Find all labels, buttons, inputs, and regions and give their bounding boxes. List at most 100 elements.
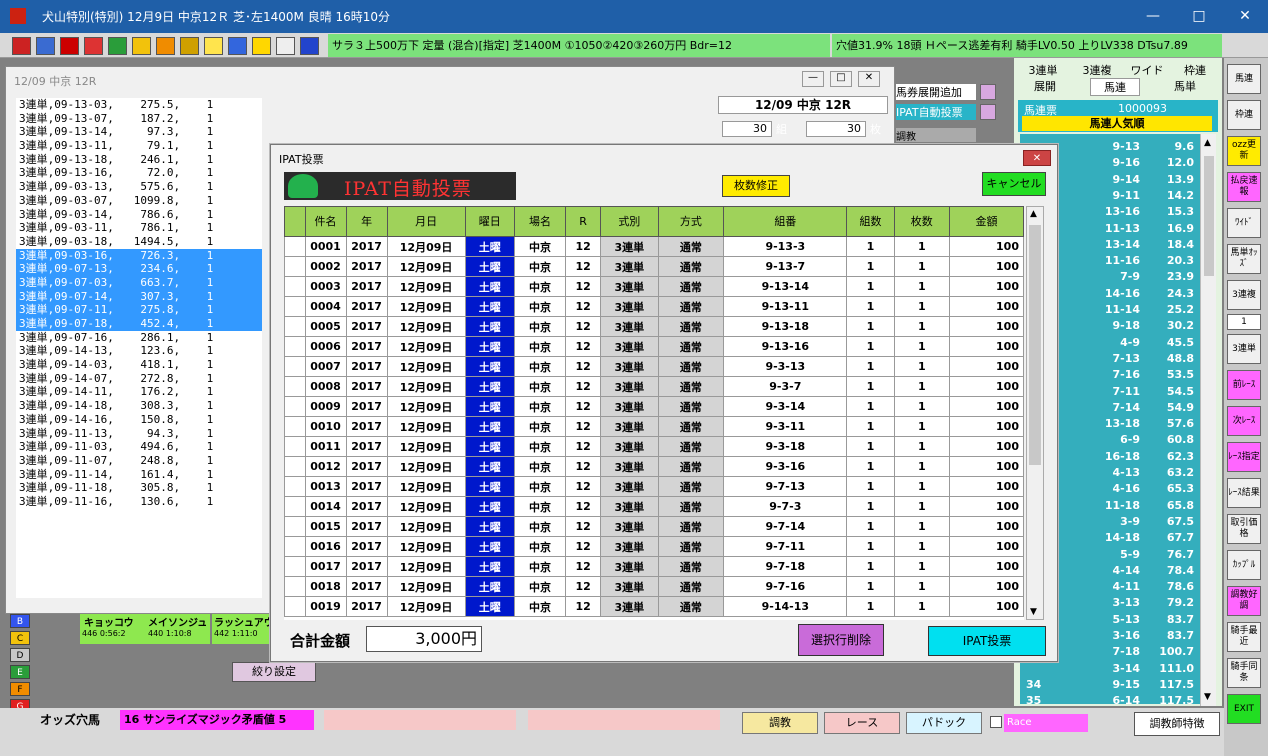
table-row[interactable]: 0001 2017 12月09日 土曜 中京 12 3連単 通常 9-13-3 1 1 100	[284, 236, 1024, 257]
bet-line[interactable]: 3連単,09-07-14, 307.3, 1	[16, 289, 262, 304]
bet-line[interactable]: 3連単,09-14-07, 272.8, 1	[16, 372, 262, 386]
table-row[interactable]: 0005 2017 12月09日 土曜 中京 12 3連単 通常 9-13-18 1 1 100	[284, 316, 1024, 337]
bet-line[interactable]: 3連単,09-11-07, 248.8, 1	[16, 454, 262, 468]
side-button[interactable]: 1	[1227, 314, 1261, 330]
table-row[interactable]: 0002 2017 12月09日 土曜 中京 12 3連単 通常 9-13-7 1 1 100	[284, 256, 1024, 277]
toolbar-icon-2[interactable]	[36, 37, 55, 55]
toolbar-icon-6[interactable]	[132, 37, 151, 55]
ipat-auto-button[interactable]: IPAT自動投票	[896, 104, 976, 120]
scroll-down-icon[interactable]: ▼	[1204, 692, 1211, 702]
column-header[interactable]: 月日	[386, 206, 466, 237]
table-row[interactable]: 0012 2017 12月09日 土曜 中京 12 3連単 通常 9-3-16 1 1 100	[284, 456, 1024, 477]
window-minimize-icon[interactable]: —	[802, 71, 824, 87]
table-row[interactable]: 0009 2017 12月09日 土曜 中京 12 3連単 通常 9-3-14 1 1 100	[284, 396, 1024, 417]
side-button[interactable]: 馬単ｵｯｽﾞ	[1227, 244, 1261, 274]
side-button[interactable]: 馬連	[1227, 64, 1261, 94]
side-button[interactable]: 前ﾚｰｽ	[1227, 370, 1261, 400]
tab-wakuren[interactable]: 枠連	[1174, 62, 1216, 78]
add-ticket-button[interactable]: 馬券展開追加	[896, 84, 976, 100]
window-restore-icon[interactable]: □	[830, 71, 852, 87]
bet-line[interactable]: 3連単,09-13-11, 79.1, 1	[16, 139, 262, 153]
side-button[interactable]: 取引価格	[1227, 514, 1261, 544]
cancel-button[interactable]: キャンセル	[982, 172, 1046, 196]
bet-line[interactable]: 3連単,09-11-14, 161.4, 1	[16, 468, 262, 482]
scroll-down-icon[interactable]: ▼	[1030, 607, 1037, 617]
bet-line[interactable]: 3連単,09-07-18, 452.4, 1	[16, 317, 262, 331]
bet-line[interactable]: 3連単,09-03-07, 1099.8, 1	[16, 194, 262, 208]
table-row[interactable]: 0017 2017 12月09日 土曜 中京 12 3連単 通常 9-7-18 1 1 100	[284, 556, 1024, 577]
row-selector[interactable]	[284, 436, 306, 457]
toolbar-icon-1[interactable]	[12, 37, 31, 55]
side-button[interactable]: 枠連	[1227, 100, 1261, 130]
bet-line[interactable]: 3連単,09-03-13, 575.6, 1	[16, 180, 262, 194]
side-button[interactable]: 調教好調	[1227, 586, 1261, 616]
row-selector[interactable]	[284, 596, 306, 617]
row-selector[interactable]	[284, 296, 306, 317]
table-row[interactable]: 0007 2017 12月09日 土曜 中京 12 3連単 通常 9-3-13 1 1 100	[284, 356, 1024, 377]
table-row[interactable]: 0018 2017 12月09日 土曜 中京 12 3連単 通常 9-7-16 1 1 100	[284, 576, 1024, 597]
row-selector[interactable]	[284, 556, 306, 577]
bet-line[interactable]: 3連単,09-07-03, 663.7, 1	[16, 275, 262, 290]
column-header[interactable]: 組数	[846, 206, 895, 237]
side-button[interactable]: ﾚｰｽ結果	[1227, 478, 1261, 508]
fix-count-button[interactable]: 枚数修正	[722, 175, 790, 197]
column-header[interactable]: 場名	[513, 206, 567, 237]
scroll-thumb[interactable]	[1029, 225, 1041, 465]
clock-icon[interactable]	[276, 37, 295, 55]
bet-line[interactable]: 3連単,09-03-11, 786.1, 1	[16, 221, 262, 235]
bet-line[interactable]: 3連単,09-11-18, 305.8, 1	[16, 481, 262, 495]
side-button[interactable]: ﾚｰｽ指定	[1227, 442, 1261, 472]
bet-line[interactable]: 3連単,09-07-11, 275.8, 1	[16, 303, 262, 317]
toolbar-icon-3[interactable]	[60, 37, 79, 55]
column-header[interactable]: R	[565, 206, 602, 237]
window-close-icon[interactable]: ✕	[858, 71, 880, 87]
table-row[interactable]: 0016 2017 12月09日 土曜 中京 12 3連単 通常 9-7-11 1 1 100	[284, 536, 1024, 557]
column-header[interactable]: 件名	[304, 206, 347, 237]
table-row[interactable]: 0014 2017 12月09日 土曜 中京 12 3連単 通常 9-7-3 1 1 100	[284, 496, 1024, 517]
row-selector[interactable]	[284, 516, 306, 537]
column-header[interactable]: 枚数	[893, 206, 951, 237]
row-selector[interactable]	[284, 376, 306, 397]
row-selector[interactable]	[284, 316, 306, 337]
scroll-up-icon[interactable]: ▲	[1030, 209, 1037, 219]
tab-3rentan[interactable]: 3連単	[1018, 62, 1068, 78]
side-button[interactable]: 3連複	[1227, 280, 1261, 310]
bet-line[interactable]: 3連単,09-03-18, 1494.5, 1	[16, 235, 262, 249]
side-button[interactable]: 騎手同条	[1227, 658, 1261, 688]
tab-tenkai[interactable]: 展開	[1020, 78, 1070, 94]
table-row[interactable]: 0019 2017 12月09日 土曜 中京 12 3連単 通常 9-14-13 1 1 100	[284, 596, 1024, 617]
bet-line[interactable]: 3連単,09-14-13, 123.6, 1	[16, 344, 262, 358]
race-status-button[interactable]: レース	[824, 712, 900, 734]
row-selector[interactable]	[284, 256, 306, 277]
toolbar-icon-hp[interactable]	[300, 37, 319, 55]
column-header[interactable]: 組番	[723, 206, 848, 237]
table-row[interactable]: 0006 2017 12月09日 土曜 中京 12 3連単 通常 9-13-16 1 1 100	[284, 336, 1024, 357]
filter-button[interactable]: 絞り設定	[232, 662, 316, 682]
column-header[interactable]: 年	[345, 206, 388, 237]
maximize-button[interactable]: □	[1176, 0, 1222, 33]
ticket-grid[interactable]: 件名年月日 曜日 場名 R 式別 方式 組番 組数 枚数 金額 0001 2017 12月09日 土曜中…	[284, 206, 1024, 620]
table-row[interactable]: 0008 2017 12月09日 土曜 中京 12 3連単 通常 9-3-7 1 1 100	[284, 376, 1024, 397]
table-row[interactable]: 0004 2017 12月09日 土曜 中京 12 3連単 通常 9-13-11 1 1 100	[284, 296, 1024, 317]
bet-line[interactable]: 3連単,09-11-03, 494.6, 1	[16, 440, 262, 454]
bet-line[interactable]: 3連単,09-13-07, 187.2, 1	[16, 112, 262, 126]
row-selector[interactable]	[284, 336, 306, 357]
tab-umatan[interactable]: 馬単	[1160, 78, 1210, 94]
toolbar-icon-4[interactable]	[84, 37, 103, 55]
side-button[interactable]: 次ﾚｰｽ	[1227, 406, 1261, 436]
column-header[interactable]: 方式	[657, 206, 725, 237]
ipat-auto-toggle[interactable]	[980, 104, 996, 120]
odds-row[interactable]: 35 6-14 117.5	[1020, 694, 1200, 704]
horse-card-1[interactable]: キョッコウ 446 0:56:2	[80, 614, 148, 644]
row-selector[interactable]	[284, 276, 306, 297]
column-header[interactable]: 金額	[949, 206, 1024, 237]
bet-line[interactable]: 3連単,09-11-16, 130.6, 1	[16, 495, 262, 509]
tab-wide[interactable]: ワイド	[1124, 62, 1170, 78]
add-ticket-toggle[interactable]	[980, 84, 996, 100]
row-selector[interactable]	[284, 536, 306, 557]
side-button[interactable]: 騎手最近	[1227, 622, 1261, 652]
toolbar-icon-7[interactable]	[156, 37, 175, 55]
toolbar-icon-5[interactable]	[108, 37, 127, 55]
horse-card-3[interactable]: ラッシュアウ 442 1:11:0	[212, 614, 270, 644]
row-selector[interactable]	[284, 576, 306, 597]
